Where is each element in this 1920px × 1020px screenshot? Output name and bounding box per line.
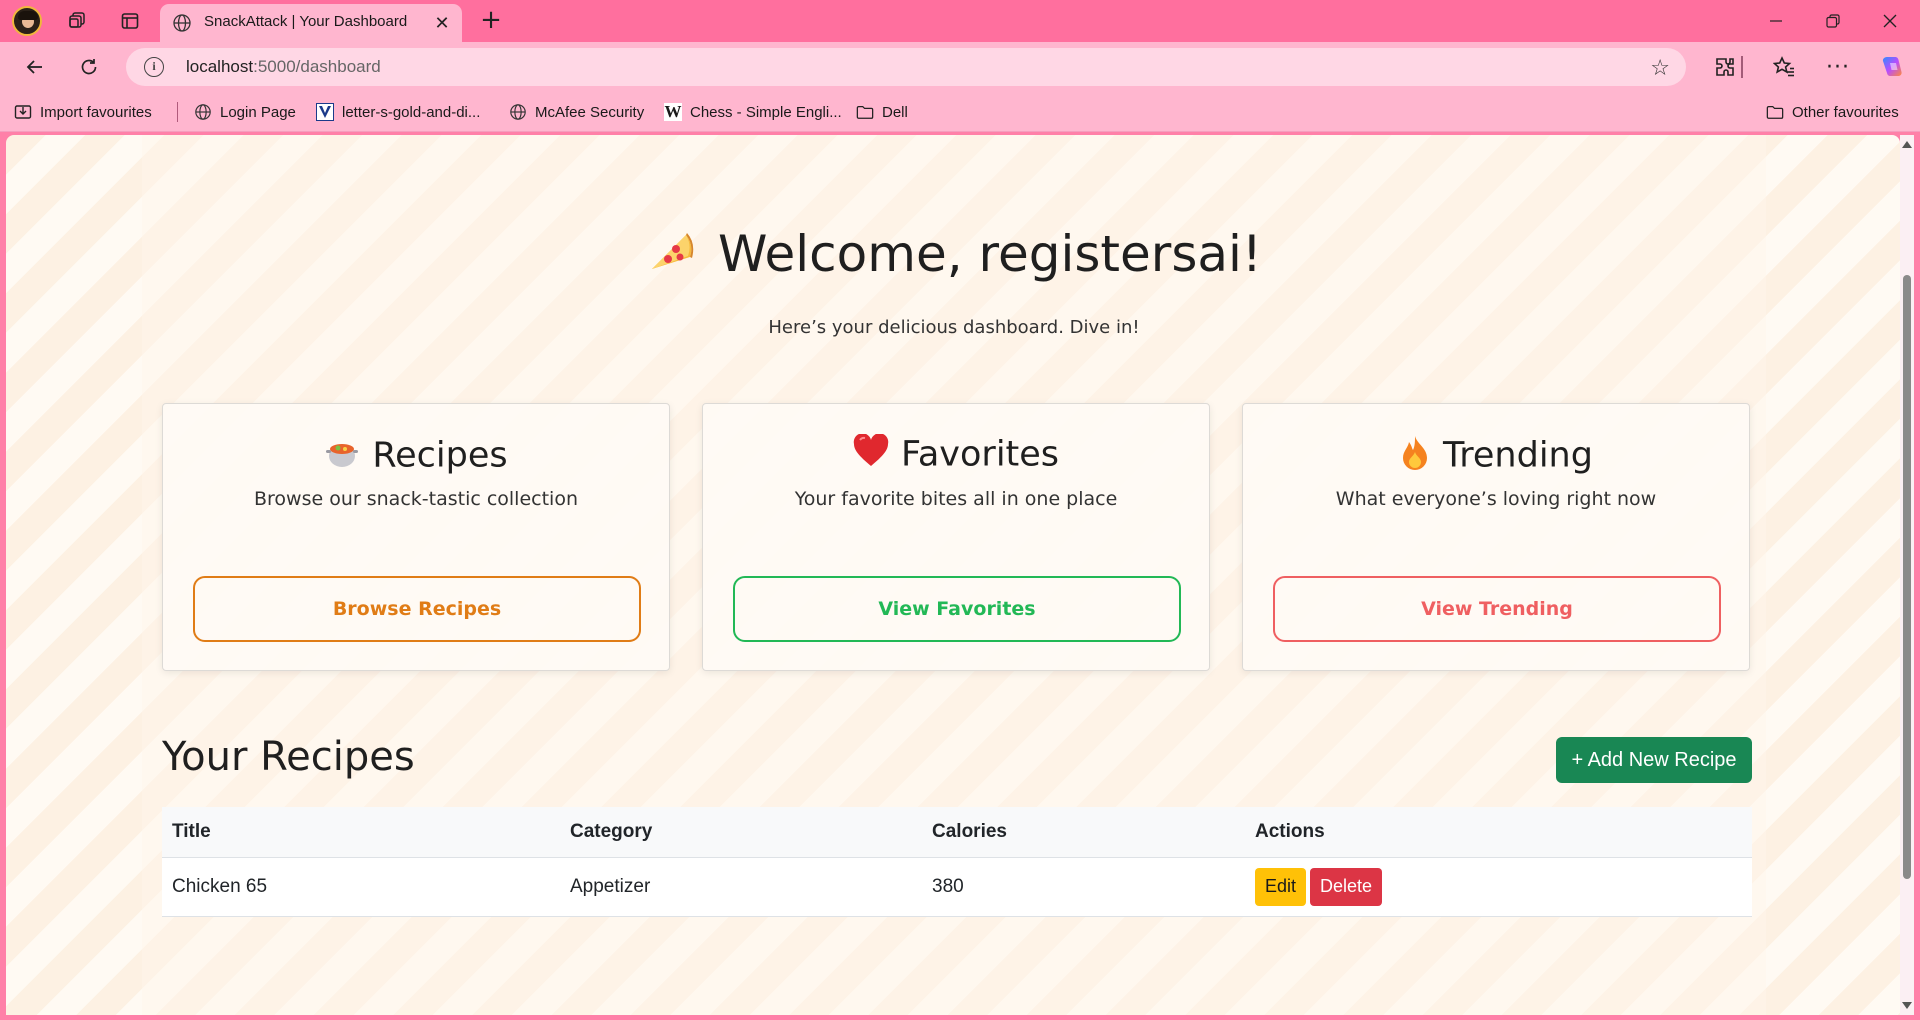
recipes-card-description: Browse our snack-tastic collection bbox=[254, 488, 578, 510]
scroll-down-arrow-icon[interactable] bbox=[1902, 1002, 1912, 1009]
welcome-subtitle: Here’s your delicious dashboard. Dive in… bbox=[768, 317, 1140, 338]
favourite-star-icon[interactable]: ☆ bbox=[1650, 56, 1670, 81]
import-icon bbox=[14, 103, 32, 121]
edit-button[interactable]: Edit bbox=[1255, 867, 1307, 906]
add-new-recipe-button[interactable]: + Add New Recipe bbox=[1556, 737, 1752, 783]
site-info-icon[interactable]: i bbox=[144, 57, 164, 77]
bookmark-mcafee-security[interactable]: McAfee Security bbox=[509, 101, 644, 123]
table-row: Chicken 65 Appetizer 380 Edit Delete bbox=[162, 857, 1752, 917]
scrollbar-thumb[interactable] bbox=[1903, 275, 1911, 879]
view-favorites-button[interactable]: View Favorites bbox=[733, 576, 1181, 642]
globe-icon bbox=[194, 103, 212, 121]
back-icon[interactable] bbox=[20, 52, 50, 82]
workspaces-icon[interactable] bbox=[62, 6, 92, 36]
other-favourites[interactable]: Other favourites bbox=[1766, 101, 1899, 123]
trending-card-heading: Trending bbox=[1243, 434, 1749, 479]
close-window-icon[interactable] bbox=[1870, 6, 1910, 36]
page-scrollbar[interactable] bbox=[1900, 135, 1914, 1015]
bookmark-chess[interactable]: W Chess - Simple Engli... bbox=[664, 101, 842, 123]
navigation-bar: i localhost:5000/dashboard ☆ ··· bbox=[0, 42, 1920, 92]
profile-avatar[interactable] bbox=[12, 6, 42, 36]
folder-icon bbox=[856, 103, 874, 121]
cell-category: Appetizer bbox=[560, 857, 922, 917]
favorites-card-heading: Favorites bbox=[703, 433, 1209, 477]
restore-icon[interactable] bbox=[1813, 6, 1853, 36]
welcome-text: Welcome, registersai! bbox=[718, 225, 1262, 283]
pizza-icon bbox=[646, 227, 696, 289]
extensions-icon[interactable] bbox=[1710, 52, 1740, 82]
column-header-category: Category bbox=[560, 807, 922, 858]
recipes-card-title: Recipes bbox=[372, 435, 508, 476]
tab-bar: SnackAttack | Your Dashboard ✕ + bbox=[0, 0, 1920, 42]
favourites-icon[interactable] bbox=[1769, 52, 1799, 82]
bookmark-dell[interactable]: Dell bbox=[856, 101, 908, 123]
dashboard-container: Welcome, registersai! Here’s your delici… bbox=[142, 135, 1766, 1015]
your-recipes-heading: Your Recipes bbox=[162, 734, 415, 780]
column-header-calories: Calories bbox=[922, 807, 1245, 858]
tab-title: SnackAttack | Your Dashboard bbox=[204, 13, 408, 30]
recipes-card: Recipes Browse our snack-tastic collecti… bbox=[162, 403, 670, 671]
close-tab-icon[interactable]: ✕ bbox=[432, 13, 452, 34]
folder-icon bbox=[1766, 103, 1784, 121]
favorites-card-description: Your favorite bites all in one place bbox=[794, 488, 1118, 510]
bookmark-login-page[interactable]: Login Page bbox=[194, 101, 296, 123]
favorites-card-title: Favorites bbox=[900, 434, 1060, 475]
active-tab[interactable]: SnackAttack | Your Dashboard ✕ bbox=[160, 4, 462, 42]
trending-card-title: Trending bbox=[1443, 435, 1593, 476]
cell-calories: 380 bbox=[922, 857, 1245, 917]
page-viewport: Welcome, registersai! Here’s your delici… bbox=[6, 135, 1900, 1015]
column-header-title: Title bbox=[162, 807, 560, 858]
fire-icon bbox=[1399, 434, 1431, 479]
new-tab-button[interactable]: + bbox=[476, 6, 506, 36]
stew-pot-icon bbox=[324, 434, 360, 479]
wikipedia-icon: W bbox=[664, 102, 682, 121]
bookmark-letter-s-gold[interactable]: letter-s-gold-and-di... bbox=[316, 101, 480, 123]
bookmark-import-favourites[interactable]: Import favourites bbox=[14, 101, 152, 123]
welcome-heading: Welcome, registersai! bbox=[142, 225, 1766, 289]
trending-card: Trending What everyone’s loving right no… bbox=[1242, 403, 1750, 671]
toolbar-divider bbox=[1741, 56, 1743, 78]
favorites-card: Favorites Your favorite bites all in one… bbox=[702, 403, 1210, 671]
globe-icon bbox=[172, 13, 192, 33]
refresh-icon[interactable] bbox=[74, 52, 104, 82]
v-logo-icon bbox=[316, 103, 334, 121]
trending-card-description: What everyone’s loving right now bbox=[1335, 488, 1657, 510]
address-bar[interactable]: i localhost:5000/dashboard ☆ bbox=[126, 48, 1686, 86]
browse-recipes-button[interactable]: Browse Recipes bbox=[193, 576, 641, 642]
vertical-tabs-icon[interactable] bbox=[115, 6, 145, 36]
heart-icon bbox=[853, 433, 889, 477]
minimize-icon[interactable] bbox=[1756, 6, 1796, 36]
recipes-card-heading: Recipes bbox=[163, 434, 669, 479]
scroll-up-arrow-icon[interactable] bbox=[1902, 141, 1912, 148]
delete-button[interactable]: Delete bbox=[1310, 867, 1383, 906]
recipes-table: Title Category Calories Actions Chicken … bbox=[162, 807, 1752, 917]
globe-icon bbox=[509, 103, 527, 121]
cell-title: Chicken 65 bbox=[162, 857, 560, 917]
view-trending-button[interactable]: View Trending bbox=[1273, 576, 1721, 642]
table-header-row: Title Category Calories Actions bbox=[162, 807, 1752, 858]
bookmark-separator bbox=[177, 102, 178, 122]
column-header-actions: Actions bbox=[1245, 807, 1752, 858]
cell-actions: Edit Delete bbox=[1245, 857, 1752, 917]
url-text[interactable]: localhost:5000/dashboard bbox=[186, 57, 381, 77]
copilot-icon[interactable] bbox=[1877, 52, 1907, 82]
bookmarks-bar: Import favourites Login Page letter-s-go… bbox=[0, 92, 1920, 132]
more-options-icon[interactable]: ··· bbox=[1823, 52, 1853, 82]
